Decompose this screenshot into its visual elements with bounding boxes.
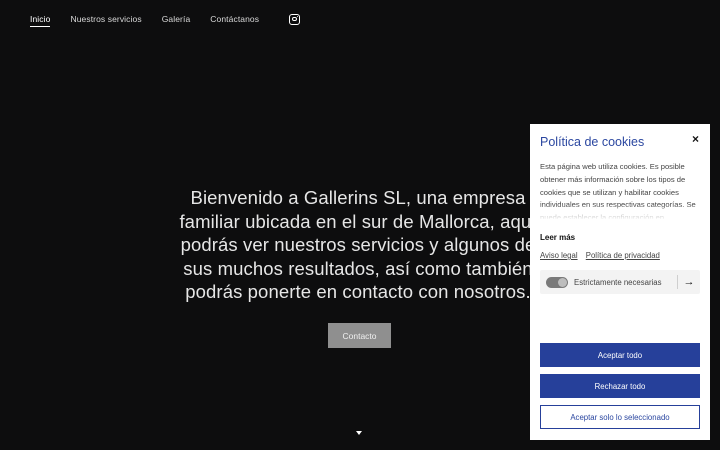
- nav-item-inicio[interactable]: Inicio: [30, 14, 51, 27]
- hero-line: familiar ubicada en el sur de Mallorca, …: [179, 210, 537, 232]
- hero-line: sus muchos resultados, así como también: [183, 257, 533, 279]
- cookie-text-fade: [540, 204, 702, 220]
- arrow-right-icon[interactable]: →: [678, 276, 700, 288]
- hero-line: Bienvenido a Gallerins SL, una empresa: [190, 187, 526, 208]
- hero-line: podrás ver nuestros servicios y algunos …: [180, 234, 536, 255]
- hero-text: Bienvenido a Gallerins SL, una empresa f…: [172, 186, 544, 304]
- scroll-down-icon[interactable]: [356, 431, 362, 435]
- necessary-cookies-row: Estrictamente necesarias →: [540, 270, 700, 294]
- cookie-links: Aviso legal Política de privacidad: [540, 251, 666, 260]
- privacy-policy-link[interactable]: Política de privacidad: [586, 251, 660, 260]
- accept-all-button[interactable]: Aceptar todo: [540, 343, 700, 367]
- legal-notice-link[interactable]: Aviso legal: [540, 251, 578, 260]
- close-icon[interactable]: ×: [692, 133, 699, 145]
- reject-all-button[interactable]: Rechazar todo: [540, 374, 700, 398]
- instagram-icon[interactable]: [289, 13, 301, 25]
- contact-button[interactable]: Contacto: [328, 323, 391, 348]
- read-more-link[interactable]: Leer más: [540, 233, 575, 242]
- cookie-title: Política de cookies: [540, 135, 645, 149]
- accept-selected-button[interactable]: Aceptar solo lo seleccionado: [540, 405, 700, 429]
- nav-item-contactanos[interactable]: Contáctanos: [210, 14, 259, 24]
- hero-line: podrás ponerte en contacto con nosotros.: [185, 281, 531, 302]
- necessary-label: Estrictamente necesarias: [574, 277, 662, 287]
- nav-item-galeria[interactable]: Galería: [162, 14, 191, 24]
- necessary-toggle[interactable]: [546, 276, 568, 288]
- nav-item-servicios[interactable]: Nuestros servicios: [70, 14, 141, 24]
- main-nav: Inicio Nuestros servicios Galería Contác…: [30, 12, 301, 27]
- cookie-panel: Política de cookies × Esta página web ut…: [530, 124, 710, 440]
